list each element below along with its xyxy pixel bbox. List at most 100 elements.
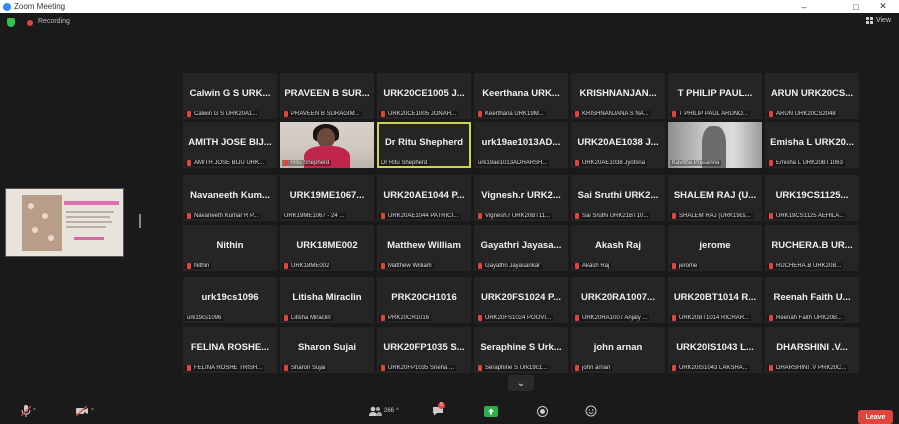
participant-display-name: URK18ME002 [296,240,358,251]
muted-microphone-icon [478,315,482,321]
security-shield-icon[interactable] [7,18,15,27]
participant-tile[interactable]: Reenah Faith U... Reenah Faith URK20B... [765,277,859,323]
shared-screen-thumbnail[interactable] [5,188,124,257]
participant-display-name: URK20IS1043 L... [676,342,754,353]
muted-microphone-icon [284,160,288,166]
participant-tile[interactable]: Gayathri Jayasa... Gayathri Jayasankar [474,225,568,271]
participant-display-name: URK19ME1067... [289,190,365,201]
participant-tile[interactable]: T PHILIP PAUL... T PHILIP PAUL ARUNO... [668,73,762,119]
participant-tile[interactable]: Calwin G S URK... Calwin G S URK20A1... [183,73,277,119]
participant-tile[interactable]: Sharon Sujai Sharon Sujai [280,327,374,373]
participant-display-name: Sai Sruthi URK2... [577,190,659,201]
participant-name-label: URK19ME1067 - 24 ... [282,213,347,219]
participant-tile[interactable]: FELINA ROSHE... FELINA ROSHE TRISH... [183,327,277,373]
video-options-chevron-icon[interactable]: ^ [91,408,94,414]
participant-tile[interactable]: Nithin Nithin [183,225,277,271]
participant-tile[interactable]: URK19CS1125... URK19CS1125 AEHILA... [765,175,859,221]
participant-tile[interactable]: SHALEM RAJ (U... SHALEM RAJ (URK19cs... [668,175,762,221]
leave-meeting-button[interactable]: Leave [858,410,893,424]
participant-tile[interactable]: Matthew William Matthew William [377,225,471,271]
view-button[interactable]: View [865,17,891,24]
participant-tile[interactable]: PRK20CH1016 PRK20CH1016 [377,277,471,323]
participant-tile[interactable]: Sai Sruthi URK2... Sai Sruthi URK21BT10..… [571,175,665,221]
participant-name-label: Sai Sruthi URK21BT10... [573,213,651,219]
participants-chevron-icon[interactable]: ^ [396,408,399,414]
chevron-down-icon: ⌄ [516,377,526,389]
participants-button[interactable]: 266 ^ [368,405,399,417]
participant-name-label: RUCHERA.B URK20B... [767,263,844,269]
participant-name-label: URK20FP1035 Sneha ... [379,365,457,371]
participant-label-text: Matthew William [388,263,432,269]
chat-button[interactable]: 5 [432,402,445,417]
participant-tile[interactable]: KRISHNANJAN... KRISHNANJANA S NA... [571,73,665,119]
participant-name-label: Emisha L URK20BT1063 [767,160,845,166]
participant-tile[interactable]: URK20AE1044 P... URK20AE1044 PATRICI... [377,175,471,221]
muted-microphone-icon [478,213,482,219]
participant-name-label: PRAVEEN B SURAGIM... [282,111,362,117]
participant-tile[interactable]: john arnan john arnan [571,327,665,373]
muted-microphone-icon [284,365,288,371]
participant-display-name: john arnan [593,342,643,353]
participant-tile[interactable]: Navaneeth Kum... Navaneeth Kumar R P... [183,175,277,221]
record-icon [537,405,548,417]
participant-tile[interactable]: URK20BT1014 R... URK20BT1014 RICHAR... [668,277,762,323]
participant-tile[interactable]: Seraphine S Urk... Seraphine S Urk19c1... [474,327,568,373]
split-resize-handle[interactable] [139,214,141,228]
participant-label-text: Dr Ritu Shepherd [381,160,428,166]
participant-tile[interactable]: ARUN URK20CS... ARUN URK20CS2048 [765,73,859,119]
maximize-button[interactable]: □ [843,0,869,13]
record-button[interactable] [537,405,548,417]
minimize-button[interactable]: – [791,0,817,13]
muted-microphone-icon [478,263,482,269]
active-speaker-tile[interactable]: Dr Ritu Shepherd Dr Ritu Shepherd [377,122,471,168]
muted-microphone-icon [478,365,482,371]
participant-tile[interactable]: Kavitha Prasanna [668,122,762,168]
participant-tile[interactable]: Emisha L URK20... Emisha L URK20BT1063 [765,122,859,168]
participant-label-text: Gayathri Jayasankar [485,263,541,269]
participant-tile[interactable]: PRAVEEN B SUR... PRAVEEN B SURAGIM... [280,73,374,119]
close-button[interactable]: ✕ [870,0,896,13]
participant-label-text: Emisha L URK20BT1063 [776,160,843,166]
shared-slide-heading [64,201,119,205]
participant-tile[interactable]: URK20IS1043 L... URK20IS1043 LAKSHA... [668,327,762,373]
participant-tile[interactable]: URK18ME002 URK18ME002 [280,225,374,271]
participant-name-label: Gayathri Jayasankar [476,263,543,269]
participant-tile[interactable]: jerome jerome [668,225,762,271]
unmute-button[interactable]: ^ [21,405,36,417]
participant-name-label: KRISHNANJANA S NA... [573,111,651,117]
participant-label-text: T PHILIP PAUL ARUNO... [679,111,748,117]
participant-tile[interactable]: urk19ae1013AD... urk19ae1013ADHARSH... [474,122,568,168]
recording-label: Recording [38,18,70,25]
muted-microphone-icon [769,160,773,166]
participant-tile[interactable]: URK20AE1038 J... URK20AE1038 Jyotsna [571,122,665,168]
participant-tile[interactable]: Akash Raj Akash Raj [571,225,665,271]
participant-tile[interactable]: Vignesh.r URK2... Vignesh.r URK20BT11... [474,175,568,221]
participant-tile[interactable]: URK20FS1024 P... URK20FS1024 POOVI... [474,277,568,323]
participant-tile[interactable]: Litisha Miraclin Litisha Miraclin [280,277,374,323]
reactions-button[interactable] [585,405,597,417]
gallery-next-page-button[interactable]: ⌄ [508,375,534,391]
participant-tile[interactable]: AMITH JOSE BIJ... AMITH JOSE BIJU URK... [183,122,277,168]
participant-label-text: URK20IS1043 LAKSHA... [679,365,748,371]
participant-tile[interactable]: URK20RA1007... URK20RA1007 Anjaly ... [571,277,665,323]
participant-name-label: ARUN URK20CS2048 [767,111,838,117]
participant-label-text: Reenah Faith URK20B... [776,315,843,321]
start-video-button[interactable]: ^ [76,405,94,417]
muted-microphone-icon [575,315,579,321]
participant-tile[interactable]: URK20FP1035 S... URK20FP1035 Sneha ... [377,327,471,373]
participant-tile[interactable]: Keerthana URK... Keerthana URK19M... [474,73,568,119]
participant-tile[interactable]: Ritu Shepherd [280,122,374,168]
participant-name-label: Keerthana URK19M... [476,111,546,117]
participant-tile[interactable]: DHARSHINI .V... DHARSHINI .V PRK20C... [765,327,859,373]
participant-tile[interactable]: urk19cs1096 urk19cs1096 [183,277,277,323]
participant-tile[interactable]: RUCHERA.B UR... RUCHERA.B URK20B... [765,225,859,271]
participant-name-label: SHALEM RAJ (URK19cs... [670,213,753,219]
participant-label-text: URK20FP1035 Sneha ... [388,365,455,371]
participant-display-name: URK20CE1005 J... [383,88,465,99]
participant-tile[interactable]: URK19ME1067... URK19ME1067 - 24 ... [280,175,374,221]
audio-options-chevron-icon[interactable]: ^ [33,408,36,414]
participant-label-text: Sai Sruthi URK21BT10... [582,213,649,219]
share-screen-button[interactable] [484,405,498,417]
participant-tile[interactable]: URK20CE1005 J... URK20CE1005 JONAH... [377,73,471,119]
participant-label-text: urk19ae1013ADHARSH... [478,160,548,166]
